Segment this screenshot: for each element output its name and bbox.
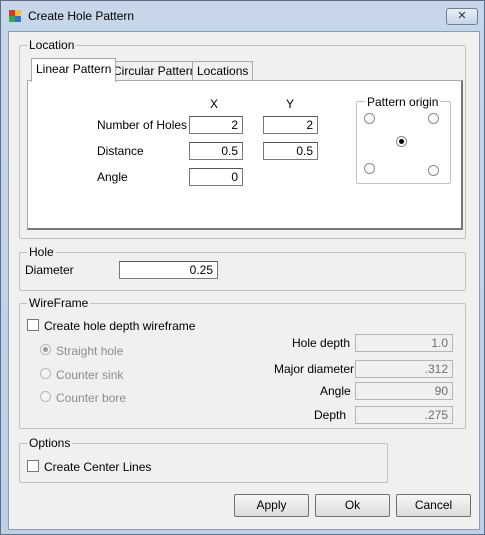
tab-linear-pattern[interactable]: Linear Pattern	[31, 58, 117, 82]
origin-top-left-radio[interactable]	[364, 113, 375, 124]
number-of-holes-x-input[interactable]: 2	[189, 116, 243, 134]
distance-x-input[interactable]: 0.5	[189, 142, 243, 160]
origin-bottom-right-radio[interactable]	[428, 165, 439, 176]
wireframe-angle-label: Angle	[320, 384, 351, 398]
options-group-label: Options	[27, 436, 73, 450]
diameter-input[interactable]: 0.25	[119, 261, 218, 279]
ok-button[interactable]: Ok	[315, 494, 390, 517]
angle-input[interactable]: 0	[189, 168, 243, 186]
center-lines-label[interactable]: Create Center Lines	[44, 460, 151, 474]
hole-group-label: Hole	[27, 245, 56, 259]
apply-button[interactable]: Apply	[234, 494, 309, 517]
counter-sink-label: Counter sink	[56, 368, 124, 382]
title-bar[interactable]: Create Hole Pattern ✕	[1, 1, 484, 31]
create-depth-wireframe-label[interactable]: Create hole depth wireframe	[44, 319, 195, 333]
tab-circular-pattern-label: Circular Pattern	[113, 64, 197, 78]
tab-locations-label: Locations	[197, 64, 249, 78]
angle-label: Angle	[97, 170, 128, 184]
hole-depth-label: Hole depth	[292, 336, 351, 350]
dialog-client-area: Location Linear Pattern Circular Pattern…	[8, 31, 480, 530]
diameter-label: Diameter	[25, 263, 74, 277]
origin-center-radio[interactable]	[396, 136, 407, 147]
straight-hole-label: Straight hole	[56, 344, 124, 358]
tab-circular-pattern[interactable]: Circular Pattern	[108, 61, 202, 81]
center-lines-checkbox[interactable]	[27, 460, 39, 472]
column-x-header: X	[210, 97, 219, 111]
depth-label: Depth	[314, 408, 347, 422]
wireframe-group-label: WireFrame	[27, 296, 91, 310]
counter-bore-radio[interactable]	[40, 391, 51, 402]
close-icon: ✕	[457, 10, 467, 22]
major-diameter-input[interactable]: .312	[355, 360, 453, 378]
major-diameter-label: Major diameter	[274, 362, 355, 376]
origin-bottom-left-radio[interactable]	[364, 163, 375, 174]
straight-hole-radio[interactable]	[40, 344, 51, 355]
number-of-holes-label: Number of Holes	[97, 118, 188, 132]
tab-linear-pattern-label: Linear Pattern	[36, 62, 112, 76]
wireframe-angle-input[interactable]: 90	[355, 382, 453, 400]
cancel-button[interactable]: Cancel	[396, 494, 471, 517]
app-icon	[9, 10, 21, 22]
tab-locations[interactable]: Locations	[192, 61, 254, 81]
depth-input[interactable]: .275	[355, 406, 453, 424]
column-y-header: Y	[286, 97, 295, 111]
hole-depth-input[interactable]: 1.0	[355, 334, 453, 352]
origin-top-right-radio[interactable]	[428, 113, 439, 124]
close-button[interactable]: ✕	[446, 8, 478, 25]
location-group-label: Location	[27, 38, 77, 52]
window-title: Create Hole Pattern	[28, 9, 135, 23]
distance-y-input[interactable]: 0.5	[263, 142, 318, 160]
dialog-window: Create Hole Pattern ✕ Location Linear Pa…	[0, 0, 485, 535]
create-depth-wireframe-checkbox[interactable]	[27, 319, 39, 331]
number-of-holes-y-input[interactable]: 2	[263, 116, 318, 134]
distance-label: Distance	[97, 144, 144, 158]
pattern-origin-label: Pattern origin	[365, 95, 441, 109]
counter-sink-radio[interactable]	[40, 368, 51, 379]
counter-bore-label: Counter bore	[56, 391, 127, 405]
hole-group: Hole	[19, 245, 466, 291]
